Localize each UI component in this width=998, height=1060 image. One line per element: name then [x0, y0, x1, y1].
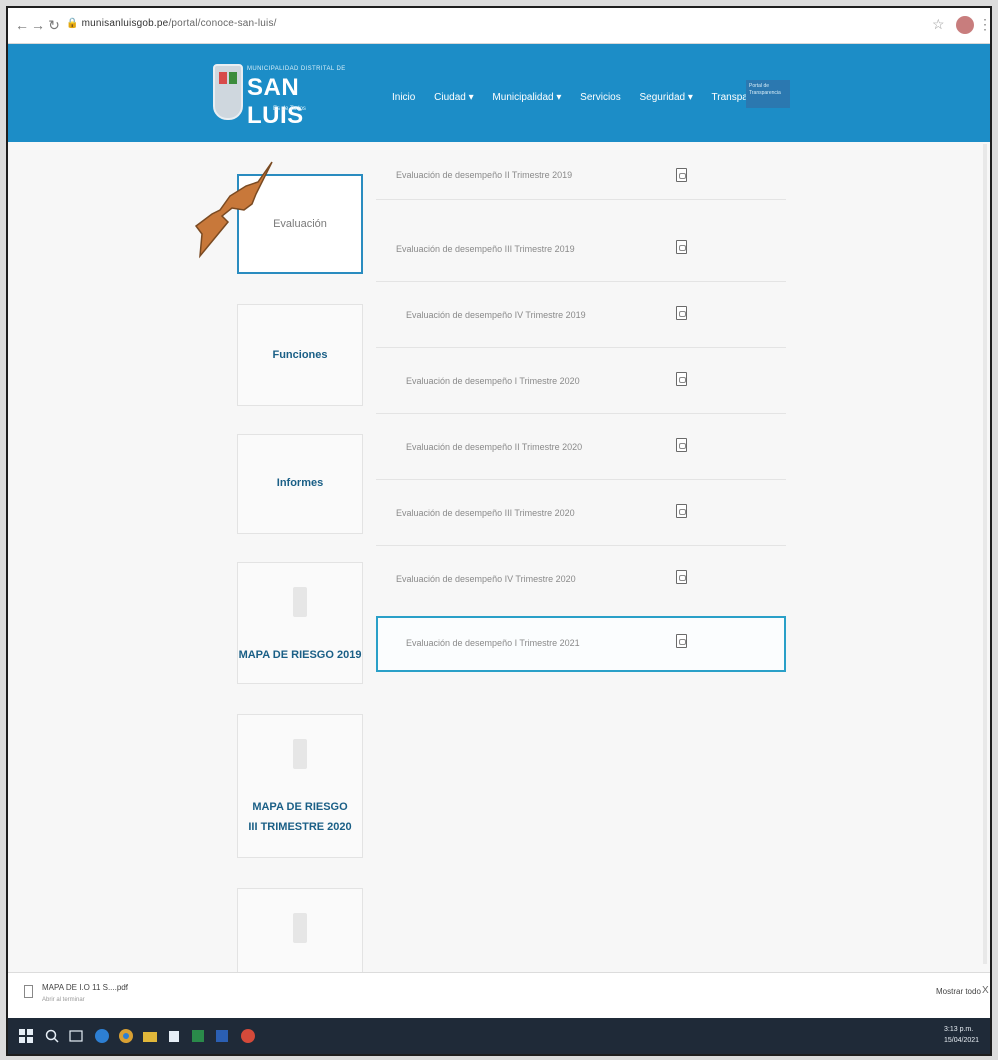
document-icon [293, 587, 307, 617]
document-title: Evaluación de desempeño IV Trimestre 202… [396, 574, 576, 584]
download-item[interactable]: MAPA DE I.O 11 S....pdf Abrir al termina… [24, 983, 134, 1011]
document-title: Evaluación de desempeño II Trimestre 202… [406, 442, 583, 452]
edge-browser-icon[interactable] [94, 1028, 110, 1044]
windows-start-icon[interactable] [18, 1028, 34, 1044]
bookmark-star-icon[interactable]: ☆ [932, 16, 945, 33]
document-title: Evaluación de desempeño II Trimestre 201… [396, 170, 573, 180]
row-divider [376, 413, 786, 414]
pdf-download-icon[interactable] [676, 372, 687, 386]
nav-inicio[interactable]: Inicio [392, 92, 415, 103]
portal-transparencia-button[interactable]: Portal de Transparencia [746, 80, 790, 108]
logo-title: SAN LUIS [247, 74, 304, 129]
search-icon[interactable] [44, 1028, 60, 1044]
row-divider [376, 479, 786, 480]
document-row[interactable]: Evaluación de desempeño II Trimestre 201… [376, 142, 786, 200]
row-divider [376, 199, 786, 200]
pdf-download-icon[interactable] [676, 168, 687, 182]
coat-of-arms-icon [213, 64, 243, 120]
document-icon [293, 739, 307, 769]
show-all-downloads-button[interactable]: Mostrar todo [936, 987, 981, 996]
page-scrollbar[interactable] [982, 144, 988, 964]
excel-icon[interactable] [190, 1028, 206, 1044]
chevron-up-icon[interactable]: ^ [124, 985, 128, 994]
forward-icon[interactable]: → [30, 17, 46, 33]
category-card-label: Funciones [272, 349, 328, 361]
back-icon[interactable]: ← [14, 17, 30, 33]
category-card-funciones[interactable]: Funciones [237, 304, 363, 406]
document-row[interactable]: Evaluación de desempeño IV Trimestre 202… [376, 554, 786, 612]
profile-avatar[interactable] [956, 16, 974, 34]
download-shelf: MAPA DE I.O 11 S....pdf Abrir al termina… [8, 972, 990, 1018]
document-title: Evaluación de desempeño IV Trimestre 201… [406, 310, 586, 320]
row-divider [376, 347, 786, 348]
word-icon[interactable] [214, 1028, 230, 1044]
reload-icon[interactable]: ↻ [46, 17, 62, 34]
system-tray-clock[interactable]: 3:13 p.m. 15/04/2021 [944, 1024, 979, 1046]
file-explorer-icon[interactable] [142, 1028, 158, 1044]
store-icon[interactable] [166, 1028, 182, 1044]
download-file-name: MAPA DE I.O 11 S....pdf [42, 983, 128, 992]
pdf-download-icon[interactable] [676, 438, 687, 452]
browser-menu-icon[interactable]: ⋮ [978, 16, 990, 33]
document-row-highlighted[interactable]: Evaluación de desempeño I Trimestre 2021 [376, 616, 786, 672]
row-divider [376, 545, 786, 546]
url-field[interactable]: 🔒 munisanluisgob.pe/portal/conoce-san-lu… [66, 18, 277, 29]
document-title: Evaluación de desempeño I Trimestre 2020 [406, 376, 580, 386]
category-card-mapa-riesgo-iii-2020[interactable]: MAPA DE RIESGO III TRIMESTRE 2020 [237, 714, 363, 858]
category-card-label: Informes [276, 477, 324, 489]
close-icon[interactable]: X [982, 985, 989, 996]
main-navigation: Inicio Ciudad ▾ Municipalidad ▾ Servicio… [392, 92, 799, 103]
clock-time: 3:13 p.m. [944, 1026, 974, 1033]
orange-pointer-arrow-icon [194, 161, 273, 259]
scrollbar-thumb[interactable] [983, 144, 987, 964]
pdf-download-icon[interactable] [676, 634, 687, 648]
category-card-partial[interactable] [237, 888, 363, 978]
document-row[interactable]: Evaluación de desempeño III Trimestre 20… [376, 488, 786, 546]
document-row[interactable]: Evaluación de desempeño I Trimestre 2020 [376, 356, 786, 414]
document-title: Evaluación de desempeño I Trimestre 2021 [406, 638, 580, 648]
nav-servicios[interactable]: Servicios [580, 92, 621, 103]
chrome-active-icon[interactable] [240, 1028, 256, 1044]
logo-subtitle: MUNICIPALIDAD DISTRITAL DE [247, 66, 346, 72]
document-title: Evaluación de desempeño III Trimestre 20… [396, 508, 575, 518]
document-row[interactable]: Evaluación de desempeño IV Trimestre 201… [376, 290, 786, 348]
logo-tagline: Es de Todos [273, 106, 306, 112]
browser-address-bar: ← → ↻ 🔒 munisanluisgob.pe/portal/conoce-… [8, 8, 990, 44]
pdf-download-icon[interactable] [676, 306, 687, 320]
pdf-download-icon[interactable] [676, 240, 687, 254]
windows-taskbar: 3:13 p.m. 15/04/2021 [8, 1018, 990, 1054]
document-icon [293, 913, 307, 943]
category-card-label: MAPA DE RIESGO 2019 [238, 649, 362, 661]
document-row[interactable]: Evaluación de desempeño II Trimestre 202… [376, 422, 786, 480]
scanned-screenshot: ← → ↻ 🔒 munisanluisgob.pe/portal/conoce-… [6, 6, 992, 1056]
document-title: Evaluación de desempeño III Trimestre 20… [396, 244, 575, 254]
page-content: Evaluación Funciones Informes MAPA DE RI… [8, 142, 990, 978]
nav-municipalidad[interactable]: Municipalidad ▾ [492, 92, 561, 103]
category-card-mapa-riesgo-2019[interactable]: MAPA DE RIESGO 2019 [237, 562, 363, 684]
pdf-download-icon[interactable] [676, 504, 687, 518]
pdf-file-icon [24, 985, 33, 998]
pdf-download-icon[interactable] [676, 570, 687, 584]
municipality-logo[interactable]: MUNICIPALIDAD DISTRITAL DE SAN LUIS Es d… [213, 60, 345, 129]
download-status: Abrir al terminar [42, 997, 85, 1003]
nav-ciudad[interactable]: Ciudad ▾ [434, 92, 474, 103]
row-divider [376, 281, 786, 282]
task-view-icon[interactable] [68, 1028, 84, 1044]
site-header: MUNICIPALIDAD DISTRITAL DE SAN LUIS Es d… [8, 44, 990, 142]
clock-date: 15/04/2021 [944, 1037, 980, 1044]
chrome-browser-icon[interactable] [118, 1028, 134, 1044]
category-card-informes[interactable]: Informes [237, 434, 363, 534]
category-card-label: MAPA DE RIESGO III TRIMESTRE 2020 [248, 801, 352, 833]
document-row[interactable]: Evaluación de desempeño III Trimestre 20… [376, 224, 786, 282]
nav-seguridad[interactable]: Seguridad ▾ [640, 92, 693, 103]
